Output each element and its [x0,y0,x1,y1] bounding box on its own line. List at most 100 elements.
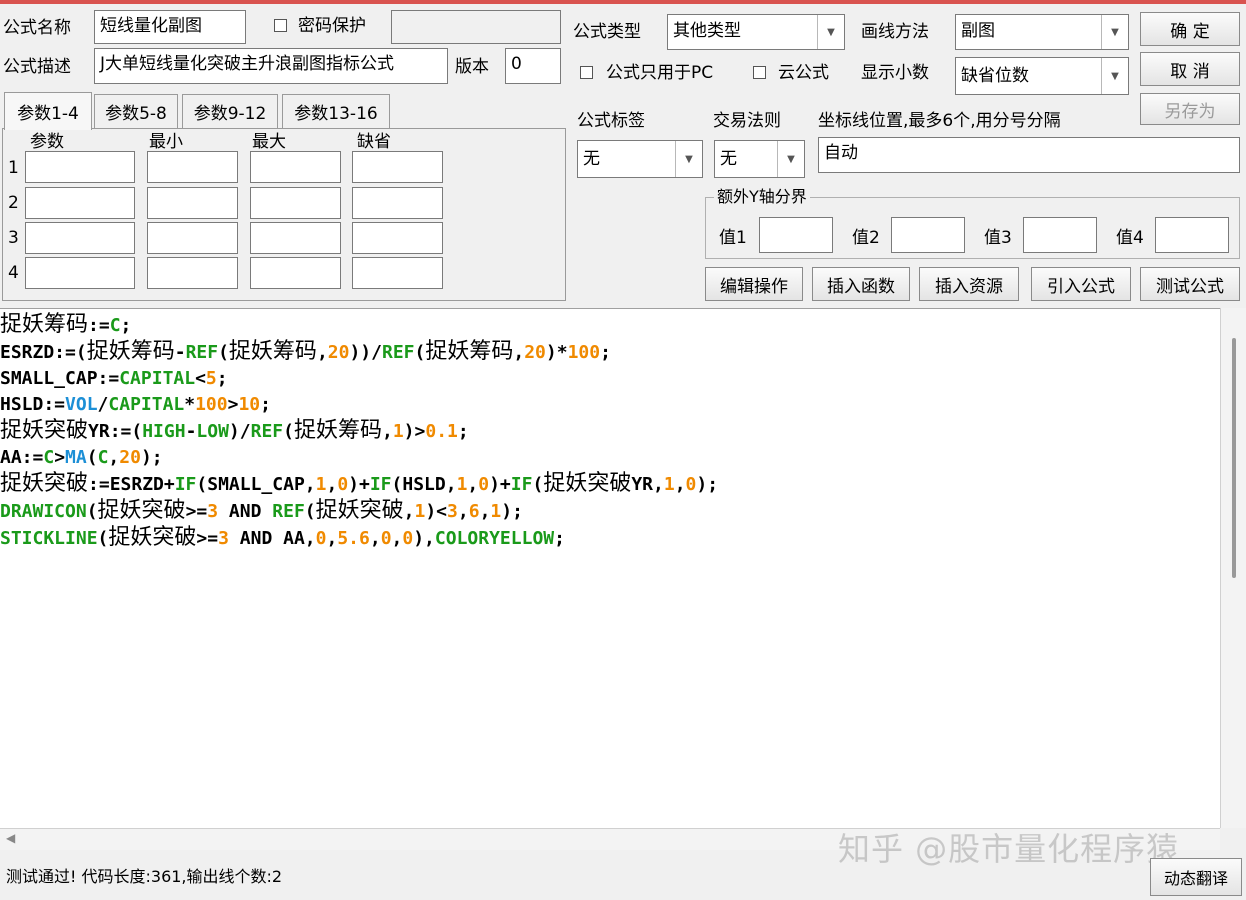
tab-params-5-8[interactable]: 参数5-8 [94,94,178,128]
code-token: :=ESRZD+ [88,474,175,495]
formula-type-select[interactable]: 其他类型 ▼ [667,14,845,50]
formula-desc-input[interactable]: J大单短线量化突破主升浪副图指标公式 [94,48,448,84]
code-token: * [184,394,196,415]
cloud-formula-checkbox[interactable] [753,66,766,79]
code-line[interactable]: HSLD:=VOL/CAPITAL*100>10; [0,392,718,418]
decimals-select[interactable]: 缺省位数 ▼ [955,57,1129,95]
ok-button[interactable]: 确 定 [1140,12,1240,46]
formula-type-value: 其他类型 [673,21,741,41]
code-line[interactable]: 捉妖突破YR:=(HIGH-LOW)/REF(捉妖筹码,1)>0.1; [0,418,718,445]
code-token: , [674,474,686,495]
vertical-scrollbar[interactable] [1220,308,1246,828]
param-name-input[interactable] [25,187,135,219]
code-token: MA [65,447,87,468]
chevron-down-icon[interactable]: ▼ [777,141,804,177]
param-name-input[interactable] [25,257,135,289]
trade-rule-select[interactable]: 无 ▼ [714,140,805,178]
code-token: REF [272,501,305,522]
edit-ops-button[interactable]: 编辑操作 [705,267,803,301]
scrollbar-thumb[interactable] [1232,338,1236,578]
code-token: ); [140,447,163,468]
param-min-input[interactable] [147,257,238,289]
cloud-formula-label: 云公式 [778,63,829,83]
code-line[interactable]: 捉妖突破:=ESRZD+IF(SMALL_CAP,1,0)+IF(HSLD,1,… [0,471,718,498]
value2-input[interactable] [891,217,965,253]
param-max-input[interactable] [250,187,341,219]
value3-input[interactable] [1023,217,1097,253]
code-token: )* [545,342,568,363]
param-max-input[interactable] [250,222,341,254]
password-checkbox[interactable] [274,19,287,32]
tab-params-13-16[interactable]: 参数13-16 [282,94,390,128]
axis-position-input[interactable]: 自动 [818,137,1240,173]
code-token: ); [696,474,719,495]
param-default-input[interactable] [352,222,443,254]
insert-function-button[interactable]: 插入函数 [812,267,910,301]
code-token: (SMALL_CAP, [196,474,316,495]
param-default-input[interactable] [352,257,443,289]
version-input[interactable]: 0 [505,48,561,84]
code-token: , [326,474,338,495]
param-name-input[interactable] [25,222,135,254]
cancel-button[interactable]: 取 消 [1140,52,1240,86]
chevron-down-icon[interactable]: ▼ [817,15,844,49]
param-default-input[interactable] [352,187,443,219]
code-line[interactable]: STICKLINE(捉妖突破>=3 AND AA,0,5.6,0,0),COLO… [0,525,718,552]
formula-tag-select[interactable]: 无 ▼ [577,140,703,178]
code-editor[interactable]: 捉妖筹码:=C; ESRZD:=(捉妖筹码-REF(捉妖筹码,20))/REF(捉… [0,308,1220,828]
value1-input[interactable] [759,217,833,253]
tab-params-1-4[interactable]: 参数1-4 [4,92,92,130]
param-max-input[interactable] [250,257,341,289]
scroll-left-icon[interactable]: ◀ [6,831,15,845]
watermark: 知乎 @股市量化程序猿 [838,830,1180,868]
param-min-input[interactable] [147,151,238,183]
code-token: ), [413,528,435,549]
param-default-input[interactable] [352,151,443,183]
code-line[interactable]: DRAWICON(捉妖突破>=3 AND REF(捉妖突破,1)<3,6,1); [0,498,718,525]
value4-label: 值4 [1116,228,1144,248]
code-token: VOL [65,394,98,415]
code-token: SMALL_CAP:= [0,368,120,389]
code-line[interactable]: ESRZD:=(捉妖筹码-REF(捉妖筹码,20))/REF(捉妖筹码,20)*… [0,339,718,366]
password-input[interactable] [391,10,561,44]
chevron-down-icon[interactable]: ▼ [1101,15,1128,49]
code-line[interactable]: AA:=C>MA(C,20); [0,445,718,471]
code-token: (HSLD, [391,474,457,495]
draw-method-select[interactable]: 副图 ▼ [955,14,1129,50]
code-token: 0 [402,528,414,549]
code-text[interactable]: 捉妖筹码:=C; ESRZD:=(捉妖筹码-REF(捉妖筹码,20))/REF(捉… [0,312,718,552]
code-token: - [185,421,197,442]
code-token: 1 [392,421,404,442]
save-as-button[interactable]: 另存为 [1140,93,1240,125]
tab-params-9-12[interactable]: 参数9-12 [182,94,278,128]
trade-rule-value: 无 [720,149,737,169]
dynamic-translate-button[interactable]: 动态翻译 [1150,858,1242,896]
insert-resource-button[interactable]: 插入资源 [919,267,1019,301]
code-token: CAPITAL [119,368,196,389]
code-token: 捉妖突破 [108,525,197,550]
trade-rule-label: 交易法则 [713,111,781,131]
param-min-input[interactable] [147,187,238,219]
formula-name-label: 公式名称 [3,18,71,38]
chevron-down-icon[interactable]: ▼ [675,141,702,177]
code-token: ( [283,421,294,442]
param-name-input[interactable] [25,151,135,183]
code-token: ( [218,342,229,363]
formula-name-input[interactable]: 短线量化副图 [94,10,246,44]
param-min-input[interactable] [147,222,238,254]
test-formula-button[interactable]: 测试公式 [1140,267,1240,301]
param-max-input[interactable] [250,151,341,183]
code-token: 10 [238,394,261,415]
code-token: C [97,447,109,468]
code-token: 1 [663,474,675,495]
value4-input[interactable] [1155,217,1229,253]
code-token: YR:=( [88,421,143,442]
code-line[interactable]: 捉妖筹码:=C; [0,312,718,339]
pc-only-checkbox[interactable] [580,66,593,79]
code-line[interactable]: SMALL_CAP:=CAPITAL<5; [0,366,718,392]
code-token: 6 [468,501,480,522]
code-token: REF [381,342,415,363]
import-formula-button[interactable]: 引入公式 [1031,267,1131,301]
chevron-down-icon[interactable]: ▼ [1101,58,1128,94]
code-token: IF [174,474,197,495]
